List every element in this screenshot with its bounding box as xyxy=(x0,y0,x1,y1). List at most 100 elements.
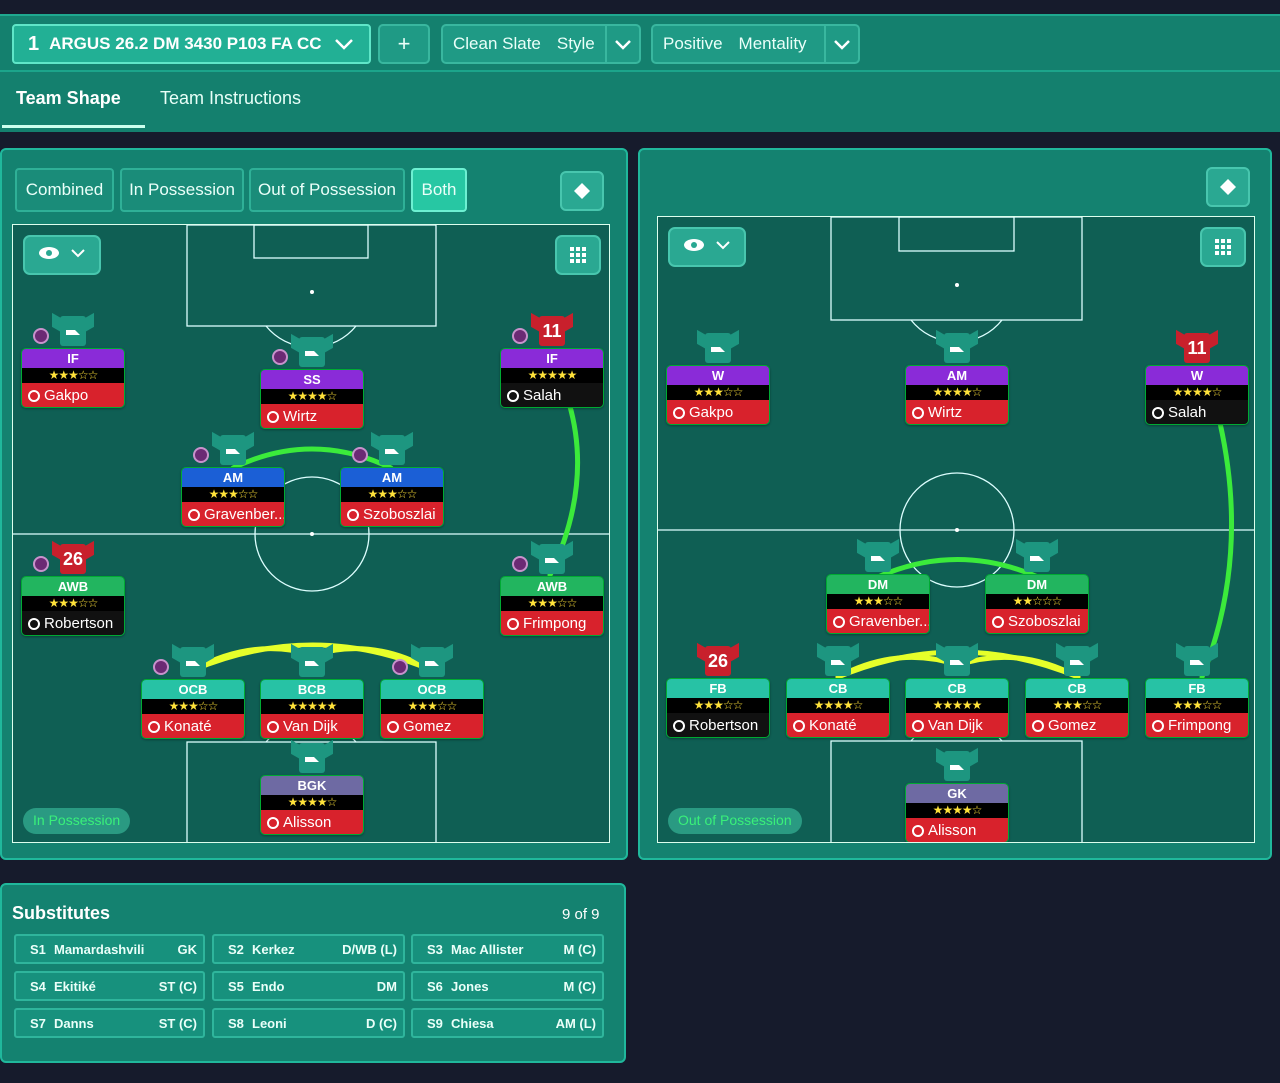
view-out-of-possession-button[interactable]: Out of Possession xyxy=(249,168,405,212)
visibility-toggle[interactable] xyxy=(23,235,101,275)
in-possession-player-card[interactable]: AM ★★★☆☆ Szoboszlai xyxy=(340,467,444,527)
add-tactic-button[interactable]: + xyxy=(378,24,430,64)
diamond-icon[interactable] xyxy=(560,171,604,211)
substitute-row[interactable]: S2 Kerkez D/WB (L) xyxy=(212,934,405,964)
out-of-possession-player-card[interactable]: DM ★★★☆☆ Gravenber... xyxy=(826,574,930,634)
player-name: Salah xyxy=(501,383,603,407)
out-of-possession-player-card[interactable]: CB ★★★★★ Van Dijk xyxy=(905,678,1009,738)
player-status-icon xyxy=(992,616,1004,628)
role-rating-stars: ★★★☆☆ xyxy=(827,594,929,609)
tab-team-instructions[interactable]: Team Instructions xyxy=(160,88,301,109)
in-possession-player-card[interactable]: AWB ★★★☆☆ Robertson xyxy=(21,576,125,636)
kit-number xyxy=(1184,646,1210,676)
kit-shirt-icon xyxy=(371,431,413,465)
chevron-down-icon xyxy=(70,246,86,264)
sub-position: M (C) xyxy=(563,978,597,994)
kit-number: 11 xyxy=(1184,333,1210,363)
out-of-possession-player-card[interactable]: CB ★★★★☆ Konaté xyxy=(786,678,890,738)
grid-icon[interactable] xyxy=(1200,227,1246,267)
substitute-row[interactable]: S7 Danns ST (C) xyxy=(14,1008,205,1038)
kit-number xyxy=(705,333,731,363)
player-role: BCB xyxy=(261,680,363,699)
in-possession-player-card[interactable]: AWB ★★★☆☆ Frimpong xyxy=(500,576,604,636)
player-name: Wirtz xyxy=(906,400,1008,424)
player-name: Robertson xyxy=(22,611,124,635)
boot-icon xyxy=(305,351,319,356)
view-in-possession-button[interactable]: In Possession xyxy=(120,168,244,212)
view-both-button[interactable]: Both xyxy=(411,168,467,212)
player-status-icon xyxy=(673,720,685,732)
player-role: AWB xyxy=(22,577,124,596)
substitute-row[interactable]: S3 Mac Allister M (C) xyxy=(411,934,604,964)
kit-shirt-icon xyxy=(291,333,333,367)
player-role: CB xyxy=(1026,679,1128,698)
in-possession-player-card[interactable]: SS ★★★★☆ Wirtz xyxy=(260,369,364,429)
tactic-selector[interactable]: 1 ARGUS 26.2 DM 3430 P103 FA CC xyxy=(12,24,371,64)
kit-shirt-icon xyxy=(936,747,978,781)
boot-icon xyxy=(711,347,725,352)
out-of-possession-player-card[interactable]: FB ★★★☆☆ Frimpong xyxy=(1145,678,1249,738)
kit-shirt-icon xyxy=(411,643,453,677)
in-possession-player-card[interactable]: IF ★★★★★ Salah xyxy=(500,348,604,408)
in-possession-player-card[interactable]: BCB ★★★★★ Van Dijk xyxy=(260,679,364,739)
role-rating-stars: ★★★☆☆ xyxy=(341,487,443,502)
kit-number xyxy=(379,435,405,465)
style-selector[interactable]: Clean Slate Style xyxy=(441,24,641,64)
role-rating-stars: ★★★☆☆ xyxy=(22,596,124,611)
player-status-icon xyxy=(387,721,399,733)
player-trait-icon xyxy=(33,328,49,344)
in-possession-player-card[interactable]: OCB ★★★☆☆ Gomez xyxy=(380,679,484,739)
pitch-out-of-possession: Out of Possession W ★★★☆☆ Gakpo AM ★★★★☆ Wirt… xyxy=(657,216,1255,843)
player-status-icon xyxy=(28,618,40,630)
eye-icon xyxy=(38,246,60,265)
player-role: AM xyxy=(341,468,443,487)
active-tab-underline xyxy=(2,125,145,128)
tab-team-shape[interactable]: Team Shape xyxy=(16,88,121,109)
kit-shirt-icon xyxy=(697,329,739,363)
kit-number xyxy=(1064,646,1090,676)
out-of-possession-player-card[interactable]: CB ★★★☆☆ Gomez xyxy=(1025,678,1129,738)
sub-name: Mamardashvili xyxy=(54,941,145,957)
style-name: Clean Slate xyxy=(453,34,541,53)
role-rating-stars: ★★★☆☆ xyxy=(22,368,124,383)
chevron-down-icon[interactable] xyxy=(605,26,639,62)
in-possession-player-card[interactable]: AM ★★★☆☆ Gravenber... xyxy=(181,467,285,527)
diamond-icon[interactable] xyxy=(1206,167,1250,207)
in-possession-player-card[interactable]: OCB ★★★☆☆ Konaté xyxy=(141,679,245,739)
player-trait-icon xyxy=(153,659,169,675)
out-of-possession-player-card[interactable]: W ★★★☆☆ Gakpo xyxy=(666,365,770,425)
player-role: CB xyxy=(787,679,889,698)
kit-number: 26 xyxy=(705,646,731,676)
boot-icon xyxy=(186,661,200,666)
substitute-row[interactable]: S9 Chiesa AM (L) xyxy=(411,1008,604,1038)
kit-shirt-icon: 11 xyxy=(531,312,573,346)
view-combined-button[interactable]: Combined xyxy=(15,168,114,212)
kit-number xyxy=(944,333,970,363)
out-of-possession-player-card[interactable]: DM ★★☆☆☆ Szoboszlai xyxy=(985,574,1089,634)
kit-shirt-icon xyxy=(291,643,333,677)
substitute-row[interactable]: S6 Jones M (C) xyxy=(411,971,604,1001)
player-name: Gakpo xyxy=(667,400,769,424)
in-possession-player-card[interactable]: BGK ★★★★☆ Alisson xyxy=(260,775,364,835)
visibility-toggle[interactable] xyxy=(668,227,746,267)
out-of-possession-player-card[interactable]: GK ★★★★☆ Alisson xyxy=(905,783,1009,842)
role-rating-stars: ★★★★☆ xyxy=(906,385,1008,400)
out-of-possession-player-card[interactable]: FB ★★★☆☆ Robertson xyxy=(666,678,770,738)
grid-icon[interactable] xyxy=(555,235,601,275)
role-rating-stars: ★★★★★ xyxy=(261,699,363,714)
in-possession-player-card[interactable]: IF ★★★☆☆ Gakpo xyxy=(21,348,125,408)
mentality-selector[interactable]: Positive Mentality xyxy=(651,24,860,64)
chevron-down-icon[interactable] xyxy=(824,26,858,62)
sub-name: Kerkez xyxy=(252,941,295,957)
substitute-row[interactable]: S4 Ekitiké ST (C) xyxy=(14,971,205,1001)
substitute-row[interactable]: S5 Endo DM xyxy=(212,971,405,1001)
sub-position: D/WB (L) xyxy=(342,941,397,957)
substitute-row[interactable]: S8 Leoni D (C) xyxy=(212,1008,405,1038)
player-status-icon xyxy=(912,825,924,837)
sub-name: Chiesa xyxy=(451,1015,494,1031)
out-of-possession-player-card[interactable]: W ★★★★☆ Salah xyxy=(1145,365,1249,425)
substitute-row[interactable]: S1 Mamardashvili GK xyxy=(14,934,205,964)
out-of-possession-player-card[interactable]: AM ★★★★☆ Wirtz xyxy=(905,365,1009,425)
role-rating-stars: ★★★☆☆ xyxy=(667,385,769,400)
role-rating-stars: ★★★★☆ xyxy=(787,698,889,713)
